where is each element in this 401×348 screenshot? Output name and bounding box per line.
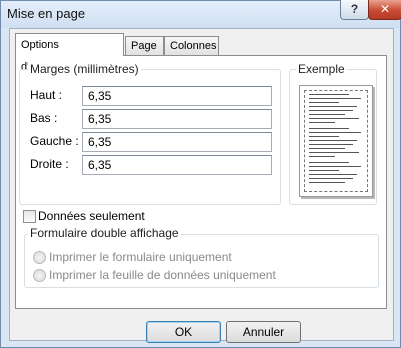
preview-text-line	[309, 128, 349, 129]
preview-text-line	[309, 166, 361, 167]
preview-text-line	[309, 178, 353, 179]
margin-top-field[interactable]: 6,35	[82, 86, 272, 106]
preview-text-line	[309, 182, 345, 183]
page-preview-image	[299, 85, 373, 197]
preview-text-line	[309, 174, 357, 175]
margin-right-field[interactable]: 6,35	[82, 155, 272, 175]
print-form-only-label[interactable]: Imprimer le formulaire uniquement	[49, 250, 232, 264]
preview-text-line	[309, 136, 339, 137]
preview-text-line	[309, 170, 339, 171]
preview-text-line	[309, 102, 339, 103]
data-only-checkbox[interactable]	[23, 210, 36, 223]
preview-text-line	[309, 94, 349, 95]
preview-text-line	[309, 156, 335, 157]
margin-left-label: Gauche :	[30, 134, 79, 148]
margin-left-field[interactable]: 6,35	[82, 132, 272, 152]
print-datasheet-only-radio[interactable]	[33, 269, 46, 282]
print-form-only-radio[interactable]	[33, 251, 46, 264]
preview-text-line	[309, 106, 357, 107]
preview-text-line	[309, 162, 349, 163]
preview-text-line	[309, 148, 345, 149]
preview-text-line	[309, 140, 357, 141]
preview-text-line	[309, 132, 361, 133]
preview-text-line	[309, 110, 353, 111]
preview-margin-outline	[304, 90, 368, 192]
margin-top-label: Haut :	[30, 88, 63, 102]
margin-bottom-field[interactable]: 6,35	[82, 109, 272, 129]
data-only-label[interactable]: Données seulement	[38, 209, 145, 223]
example-legend: Exemple	[296, 62, 347, 76]
preview-text-line	[309, 118, 359, 119]
margin-right-label: Droite :	[30, 157, 69, 171]
print-datasheet-only-label[interactable]: Imprimer la feuille de données uniquemen…	[49, 268, 276, 282]
preview-text-line	[309, 98, 361, 99]
preview-text-line	[309, 122, 335, 123]
preview-text-line	[309, 114, 345, 115]
margins-legend: Marges (millimètres)	[28, 62, 141, 76]
split-form-legend: Formulaire double affichage	[28, 226, 181, 240]
preview-text-line	[309, 144, 353, 145]
margin-bottom-label: Bas :	[30, 111, 58, 125]
preview-text-line	[309, 152, 359, 153]
